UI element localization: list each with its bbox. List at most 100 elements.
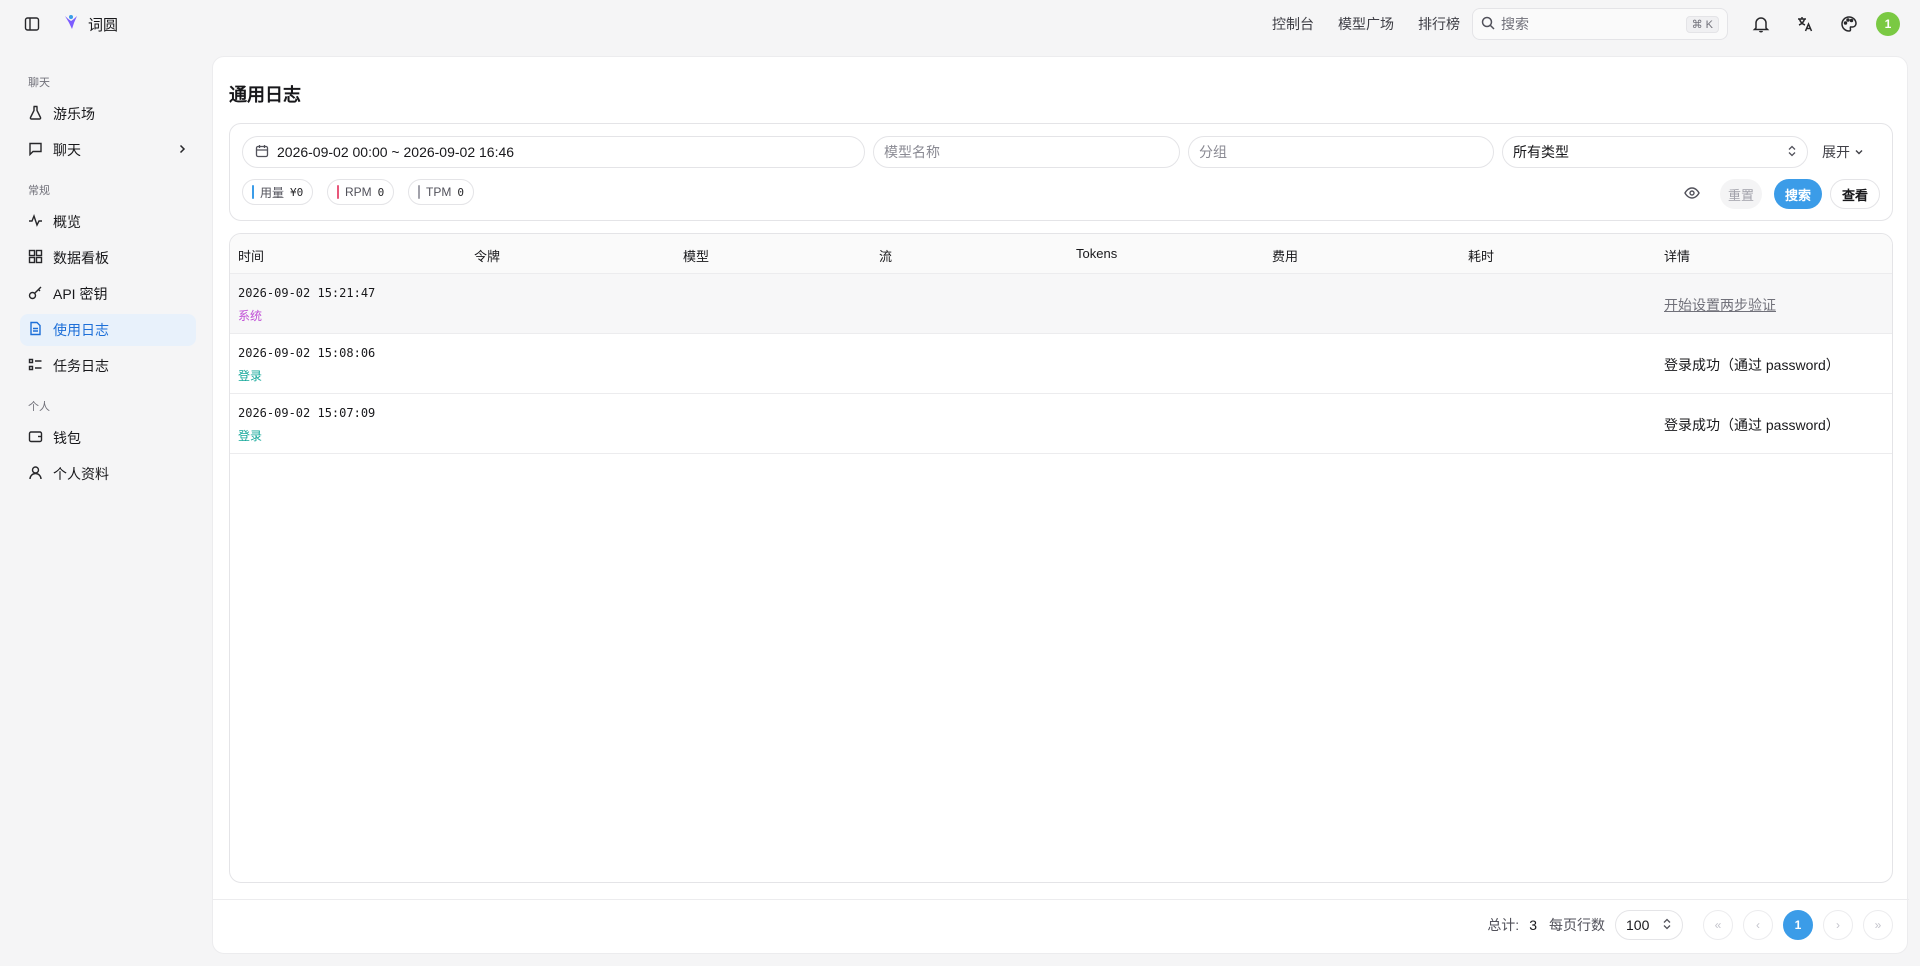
sidebar-item-overview[interactable]: 概览 [20,206,196,238]
filter-panel: 2026-09-02 00:00 ~ 2026-09-02 16:46 所有类型… [229,123,1893,221]
sidebar-item-label: 使用日志 [53,322,109,338]
sidebar-item-label: API 密钥 [53,286,108,302]
column-header-model: 模型 [683,249,710,264]
top-bar: 词圆 控制台 模型广场 排行榜 搜索 ⌘ K 1 [0,0,1920,48]
key-icon [28,285,43,303]
table-row[interactable]: 2026-09-02 15:07:09 登录 登录成功（通过 password） [230,394,1892,454]
log-time: 2026-09-02 15:21:47 [238,286,376,300]
eye-icon[interactable] [1682,183,1702,203]
expand-filters-button[interactable]: 展开 [1822,142,1864,162]
date-range-picker[interactable]: 2026-09-02 00:00 ~ 2026-09-02 16:46 [242,136,865,168]
sidebar-item-wallet[interactable]: 钱包 [20,422,196,454]
user-icon [28,465,43,483]
stat-rpm-bar [337,185,339,199]
sidebar-toggle-icon[interactable] [20,12,44,36]
flask-icon [28,105,43,123]
checklist-icon [28,357,43,375]
reset-button[interactable]: 重置 [1720,179,1762,209]
log-detail: 登录成功（通过 password） [1664,357,1840,373]
view-button[interactable]: 查看 [1830,179,1880,209]
log-type-badge: 系统 [238,309,263,323]
sidebar-item-label: 概览 [53,214,81,230]
nav-leaderboard[interactable]: 排行榜 [1418,14,1460,34]
nav-console[interactable]: 控制台 [1272,14,1314,34]
global-search[interactable]: 搜索 ⌘ K [1472,8,1728,40]
sidebar-item-api-keys[interactable]: API 密钥 [20,278,196,310]
chevron-updown-icon [1787,144,1797,160]
log-detail-link[interactable]: 开始设置两步验证 [1664,295,1776,315]
logs-table: 时间 令牌 模型 流 Tokens 费用 耗时 详情 2026-09-02 15… [229,233,1893,883]
sidebar-item-label: 数据看板 [53,250,109,266]
sidebar: 聊天 游乐场 聊天 常规 概览 数据看板 API 密钥 使用日志 任务日志 个人… [20,60,196,494]
palette-icon[interactable] [1838,13,1860,35]
log-time: 2026-09-02 15:08:06 [238,346,376,360]
column-header-duration: 耗时 [1468,249,1495,264]
first-page-button[interactable]: « [1703,910,1733,940]
sidebar-item-profile[interactable]: 个人资料 [20,458,196,490]
calendar-icon [255,144,269,161]
table-row[interactable]: 2026-09-02 15:08:06 登录 登录成功（通过 password） [230,334,1892,394]
translate-icon[interactable] [1794,13,1816,35]
group-input[interactable] [1188,136,1494,168]
date-range-value: 2026-09-02 00:00 ~ 2026-09-02 16:46 [277,144,515,160]
avatar[interactable]: 1 [1876,12,1900,36]
wallet-icon [28,429,43,447]
sidebar-item-chat[interactable]: 聊天 [20,134,196,166]
total-label: 总计: [1487,917,1520,933]
pagination: 总计: 3 每页行数 100 « ‹ 1 › » [1487,909,1893,941]
model-name-input[interactable] [873,136,1180,168]
last-page-button[interactable]: » [1863,910,1893,940]
stat-tpm: TPM 0 [408,179,474,205]
table-header: 时间 令牌 模型 流 Tokens 费用 耗时 详情 [230,234,1892,274]
sidebar-item-task-logs[interactable]: 任务日志 [20,350,196,382]
log-detail: 登录成功（通过 password） [1664,417,1840,433]
chevron-right-icon [176,142,188,158]
bell-icon[interactable] [1750,13,1772,35]
stat-rpm: RPM 0 [327,179,395,205]
sidebar-item-playground[interactable]: 游乐场 [20,98,196,130]
stat-value: ¥0 [290,185,304,199]
main-content: 通用日志 2026-09-02 00:00 ~ 2026-09-02 16:46… [212,56,1909,954]
column-header-stream: 流 [879,249,893,264]
activity-icon [28,213,43,231]
log-time: 2026-09-02 15:07:09 [238,406,376,420]
sidebar-item-label: 任务日志 [53,358,109,374]
sidebar-item-label: 钱包 [53,430,81,446]
sidebar-item-usage-logs[interactable]: 使用日志 [20,314,196,346]
sidebar-group-personal: 个人 [28,401,50,413]
sidebar-group-general: 常规 [28,185,50,197]
stat-label: RPM [345,185,372,199]
stat-usage: 用量 ¥0 [242,179,314,205]
page-title: 通用日志 [229,85,301,105]
logo-icon [62,13,80,35]
column-header-time: 时间 [238,249,265,264]
page-size-value: 100 [1626,917,1650,933]
log-type-badge: 登录 [238,429,263,443]
sidebar-item-dashboard[interactable]: 数据看板 [20,242,196,274]
stat-label: 用量 [260,185,285,200]
sidebar-item-label: 聊天 [53,142,81,158]
message-icon [28,141,43,159]
table-row[interactable]: 2026-09-02 15:21:47 系统 开始设置两步验证 [230,274,1892,334]
stat-usage-bar [252,185,254,199]
search-icon [1481,16,1495,33]
stat-value: 0 [377,185,385,199]
footer-divider [213,899,1909,900]
nav-model-square[interactable]: 模型广场 [1338,14,1394,34]
page-size-select[interactable]: 100 [1615,910,1683,940]
sidebar-item-label: 游乐场 [53,106,95,122]
search-button[interactable]: 搜索 [1774,179,1822,209]
log-type-select[interactable]: 所有类型 [1502,136,1808,168]
next-page-button[interactable]: › [1823,910,1853,940]
stat-label: TPM [426,185,452,199]
chevron-updown-icon [1662,917,1672,933]
log-type-badge: 登录 [238,369,263,383]
page-button-current[interactable]: 1 [1783,910,1813,940]
shortcut-hint: ⌘ K [1685,15,1719,33]
brand[interactable]: 词圆 [62,13,118,35]
prev-page-button[interactable]: ‹ [1743,910,1773,940]
column-header-cost: 费用 [1272,249,1299,264]
column-header-details: 详情 [1664,249,1691,264]
document-icon [28,321,43,339]
app-name: 词圆 [88,16,119,34]
